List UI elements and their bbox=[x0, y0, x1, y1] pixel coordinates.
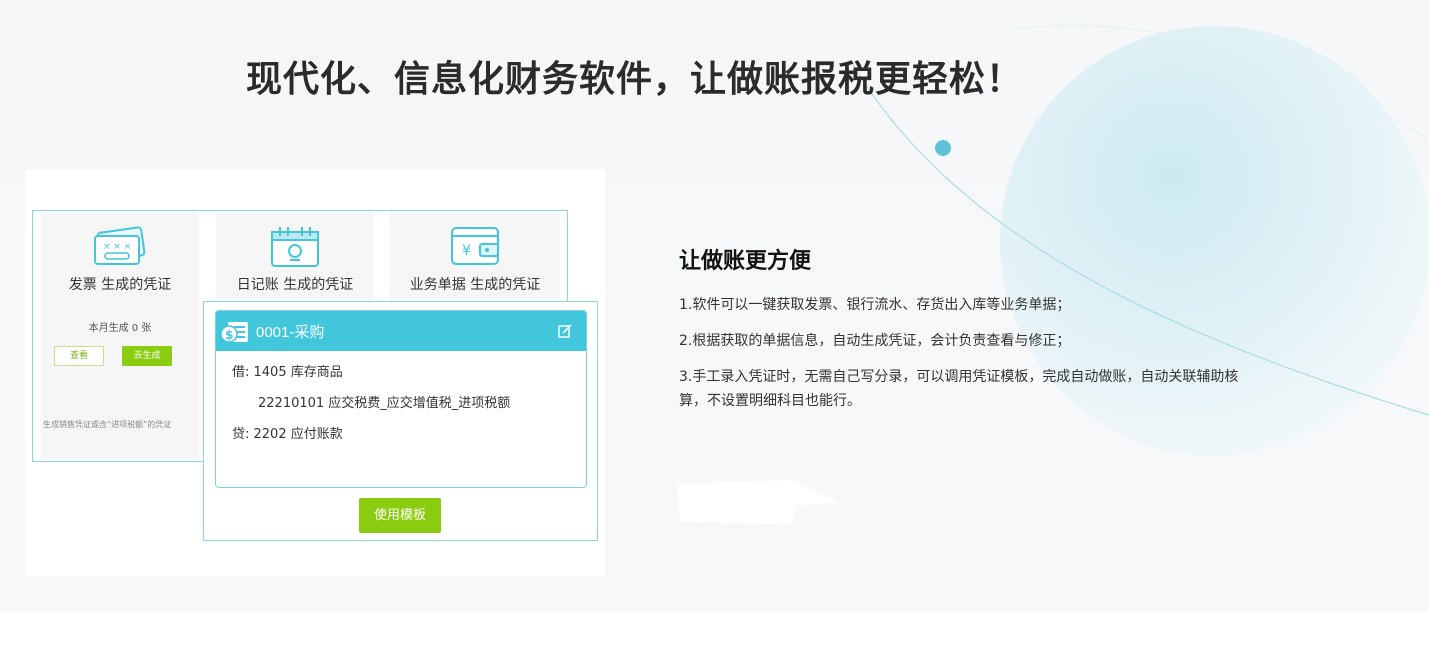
month-count: 本月生成 0 张 bbox=[88, 323, 152, 334]
feature-section: 现代化、信息化财务软件，让做账报税更轻松！ × × × 发票 生成的凭证 本月生… bbox=[0, 0, 1429, 612]
voucher-title: 0001-采购 bbox=[256, 324, 325, 341]
voucher-template-panel: $ 0001-采购 借: 1405 库存商品 22210101 应交税费_应交增… bbox=[203, 301, 598, 541]
source-card-journal[interactable]: 日记账 生成的凭证 bbox=[216, 211, 374, 303]
card-note: 生成销售凭证或含“进项税额”的凭证 bbox=[43, 420, 172, 429]
credit-entry: 贷: 2202 应付账款 bbox=[232, 427, 343, 442]
invoice-icon: × × × bbox=[94, 226, 146, 265]
calendar-icon bbox=[271, 227, 319, 267]
decorative-dot bbox=[935, 140, 951, 156]
decorative-blob bbox=[677, 480, 840, 524]
page-title: 现代化、信息化财务软件，让做账报税更轻松！ bbox=[246, 59, 1024, 100]
view-button[interactable]: 查看 bbox=[54, 346, 104, 366]
voucher-header: $ 0001-采购 bbox=[216, 311, 586, 351]
svg-text:$: $ bbox=[225, 328, 233, 342]
edit-icon[interactable] bbox=[558, 324, 572, 338]
feature-title: 让做账更方便 bbox=[679, 249, 812, 274]
source-card-invoice[interactable]: × × × 发票 生成的凭证 本月生成 0 张 查看 去生成 生成销售凭证或含“… bbox=[41, 211, 199, 461]
debit-sub-entry: 22210101 应交税费_应交增值税_进项税额 bbox=[258, 396, 511, 411]
feature-line: 3.手工录入凭证时，无需自己写分录，可以调用凭证模板，完成自动做账，自动关联辅助… bbox=[679, 369, 1239, 409]
feature-line: 1.软件可以一键获取发票、银行流水、存货出入库等业务单据； bbox=[679, 297, 1071, 313]
feature-line: 2.根据获取的单据信息，自动生成凭证，会计负责查看与修正； bbox=[679, 333, 1071, 349]
voucher-screenshot: × × × 发票 生成的凭证 本月生成 0 张 查看 去生成 生成销售凭证或含“… bbox=[25, 170, 605, 576]
source-card-business-document[interactable]: ¥ 业务单据 生成的凭证 bbox=[390, 211, 560, 303]
generate-button[interactable]: 去生成 bbox=[122, 346, 172, 366]
use-template-button[interactable]: 使用模板 bbox=[359, 498, 441, 533]
card-label: 业务单据 生成的凭证 bbox=[409, 277, 541, 293]
svg-text:× × ×: × × × bbox=[103, 242, 131, 252]
voucher-card: $ 0001-采购 借: 1405 库存商品 22210101 应交税费_应交增… bbox=[215, 310, 587, 488]
money-document-icon: $ bbox=[220, 322, 248, 343]
svg-text:¥: ¥ bbox=[462, 243, 471, 259]
debit-entry: 借: 1405 库存商品 bbox=[232, 365, 343, 380]
feature-description: 让做账更方便 1.软件可以一键获取发票、银行流水、存货出入库等业务单据； 2.根… bbox=[679, 243, 1239, 425]
wallet-icon: ¥ bbox=[451, 227, 499, 265]
card-label: 日记账 生成的凭证 bbox=[236, 277, 354, 293]
card-label: 发票 生成的凭证 bbox=[68, 277, 172, 293]
